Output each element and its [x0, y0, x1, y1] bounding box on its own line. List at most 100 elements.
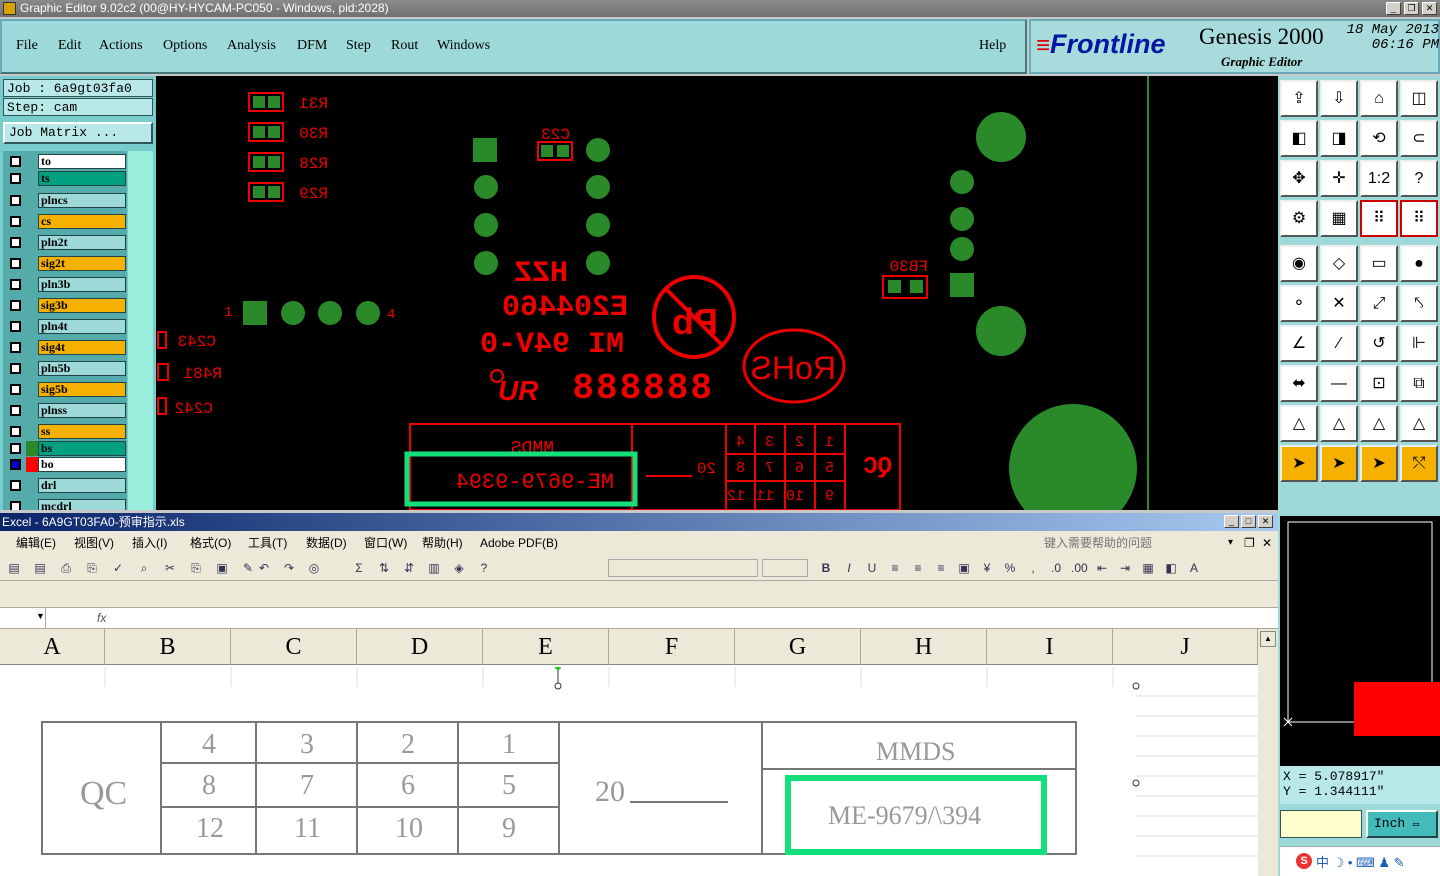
- snap-input[interactable]: [1280, 810, 1362, 838]
- excel-menu-data[interactable]: 数据(D): [306, 531, 347, 555]
- overview-map[interactable]: [1280, 516, 1440, 766]
- excel-format-icon[interactable]: ▦: [1140, 560, 1156, 576]
- tool-button-icon[interactable]: ⬌: [1280, 365, 1318, 402]
- tool-button-icon[interactable]: ⇩: [1320, 80, 1358, 117]
- tool-button-icon[interactable]: ↺: [1360, 325, 1398, 362]
- menu-rout[interactable]: Rout: [391, 38, 418, 54]
- tool-button-icon[interactable]: △: [1400, 405, 1438, 442]
- excel-close[interactable]: ✕: [1258, 515, 1273, 528]
- layer-row[interactable]: ts: [6, 171, 126, 186]
- layer-name[interactable]: mcdrl: [38, 499, 126, 510]
- excel-menu-adobe-pdf[interactable]: Adobe PDF(B): [480, 531, 558, 555]
- excel-minimize[interactable]: _: [1224, 515, 1239, 528]
- menu-dfm[interactable]: DFM: [297, 38, 327, 54]
- tool-button-icon[interactable]: ⠿: [1360, 200, 1398, 237]
- layer-checkbox[interactable]: [10, 426, 21, 437]
- tool-button-icon[interactable]: ∠: [1280, 325, 1318, 362]
- layer-checkbox[interactable]: [10, 443, 21, 454]
- layer-row[interactable]: cs: [6, 214, 126, 229]
- tool-button-icon[interactable]: ✕: [1320, 285, 1358, 322]
- tool-button-icon[interactable]: ✛: [1320, 160, 1358, 197]
- excel-toolbar-icon[interactable]: ⌕: [136, 560, 152, 576]
- excel-toolbar-icon[interactable]: ▣: [214, 560, 230, 576]
- column-header[interactable]: G: [735, 629, 861, 665]
- layer-row[interactable]: sig4t: [6, 340, 126, 355]
- layer-checkbox[interactable]: [10, 258, 21, 269]
- tool-button-icon[interactable]: ⊂: [1400, 120, 1438, 157]
- column-header[interactable]: C: [231, 629, 357, 665]
- formula-input[interactable]: [114, 608, 1278, 628]
- sogou-icon[interactable]: S: [1296, 853, 1312, 869]
- layer-checkbox[interactable]: [10, 195, 21, 206]
- tool-button-icon[interactable]: ▭: [1360, 245, 1398, 282]
- tool-button-icon[interactable]: ➤: [1360, 445, 1398, 482]
- layer-row[interactable]: pln3b: [6, 277, 126, 292]
- excel-menu-insert[interactable]: 插入(I): [132, 531, 167, 555]
- tool-button-icon[interactable]: 1:2: [1360, 160, 1398, 197]
- excel-format-icon[interactable]: ≡: [933, 560, 949, 576]
- excel-maximize[interactable]: □: [1241, 515, 1256, 528]
- layer-row[interactable]: bo: [6, 457, 126, 472]
- layer-row[interactable]: bs: [6, 441, 126, 456]
- layer-checkbox[interactable]: [10, 300, 21, 311]
- layer-checkbox[interactable]: [10, 237, 21, 248]
- excel-format-icon[interactable]: ◧: [1163, 560, 1179, 576]
- name-box[interactable]: ▼: [0, 608, 46, 628]
- tool-button-icon[interactable]: ⇪: [1280, 80, 1318, 117]
- layer-row[interactable]: pln5b: [6, 361, 126, 376]
- unit-selector[interactable]: Inch ▭: [1366, 810, 1438, 838]
- excel-format-icon[interactable]: U: [864, 560, 880, 576]
- layer-row[interactable]: pln2t: [6, 235, 126, 250]
- tool-button-icon[interactable]: ◧: [1280, 120, 1318, 157]
- tool-button-icon[interactable]: ⊡: [1360, 365, 1398, 402]
- excel-format-icon[interactable]: %: [1002, 560, 1018, 576]
- excel-toolbar-icon[interactable]: ▤: [6, 560, 22, 576]
- tool-button-icon[interactable]: ➤: [1280, 445, 1318, 482]
- tool-button-icon[interactable]: ➤: [1320, 445, 1358, 482]
- column-header[interactable]: J: [1113, 629, 1258, 665]
- tool-button-icon[interactable]: ◇: [1320, 245, 1358, 282]
- excel-toolbar-icon[interactable]: Σ: [351, 560, 367, 576]
- menu-help[interactable]: Help: [979, 38, 1006, 54]
- font-size-dropdown[interactable]: [762, 559, 808, 577]
- layer-checkbox[interactable]: [10, 480, 21, 491]
- layer-name[interactable]: pln5b: [38, 361, 126, 376]
- excel-menu-format[interactable]: 格式(O): [190, 531, 231, 555]
- layer-row[interactable]: plnss: [6, 403, 126, 418]
- excel-format-icon[interactable]: ▣: [956, 560, 972, 576]
- excel-format-icon[interactable]: .00: [1071, 560, 1088, 576]
- excel-toolbar-icon[interactable]: ↶: [256, 560, 272, 576]
- close-button[interactable]: ✕: [1422, 2, 1437, 15]
- excel-format-icon[interactable]: A: [1186, 560, 1202, 576]
- layer-checkbox[interactable]: [10, 173, 21, 184]
- layer-checkbox[interactable]: [10, 321, 21, 332]
- menu-edit[interactable]: Edit: [58, 38, 81, 54]
- job-matrix-button[interactable]: Job Matrix ...: [3, 122, 153, 144]
- layer-row[interactable]: sig3b: [6, 298, 126, 313]
- layer-row[interactable]: pln4t: [6, 319, 126, 334]
- menu-windows[interactable]: Windows: [437, 38, 490, 54]
- tool-button-icon[interactable]: △: [1360, 405, 1398, 442]
- excel-toolbar-icon[interactable]: ⎘: [84, 560, 100, 576]
- excel-toolbar-icon[interactable]: ◈: [451, 560, 467, 576]
- tool-button-icon[interactable]: ⤣: [1400, 285, 1438, 322]
- layer-checkbox[interactable]: [10, 501, 21, 510]
- tool-button-icon[interactable]: ⚙: [1280, 200, 1318, 237]
- layer-name[interactable]: bs: [38, 441, 126, 456]
- column-header[interactable]: I: [987, 629, 1113, 665]
- layer-checkbox[interactable]: [10, 459, 21, 470]
- layer-name[interactable]: sig4t: [38, 340, 126, 355]
- resize-handle-mid[interactable]: [1132, 779, 1140, 787]
- menu-options[interactable]: Options: [163, 38, 207, 54]
- layer-row[interactable]: sig2t: [6, 256, 126, 271]
- excel-format-icon[interactable]: ⇤: [1094, 560, 1110, 576]
- layer-name[interactable]: bo: [38, 457, 126, 472]
- layer-name[interactable]: sig3b: [38, 298, 126, 313]
- tool-button-icon[interactable]: ⚬: [1280, 285, 1318, 322]
- excel-toolbar-icon[interactable]: ▥: [426, 560, 442, 576]
- tool-button-icon[interactable]: ▦: [1320, 200, 1358, 237]
- column-header[interactable]: F: [609, 629, 735, 665]
- vertical-scrollbar[interactable]: ▲: [1258, 629, 1278, 876]
- ime-indicators[interactable]: 中 ☽ • ⌨ ♟ ✎: [1316, 852, 1405, 871]
- excel-toolbar-icon[interactable]: ⇅: [376, 560, 392, 576]
